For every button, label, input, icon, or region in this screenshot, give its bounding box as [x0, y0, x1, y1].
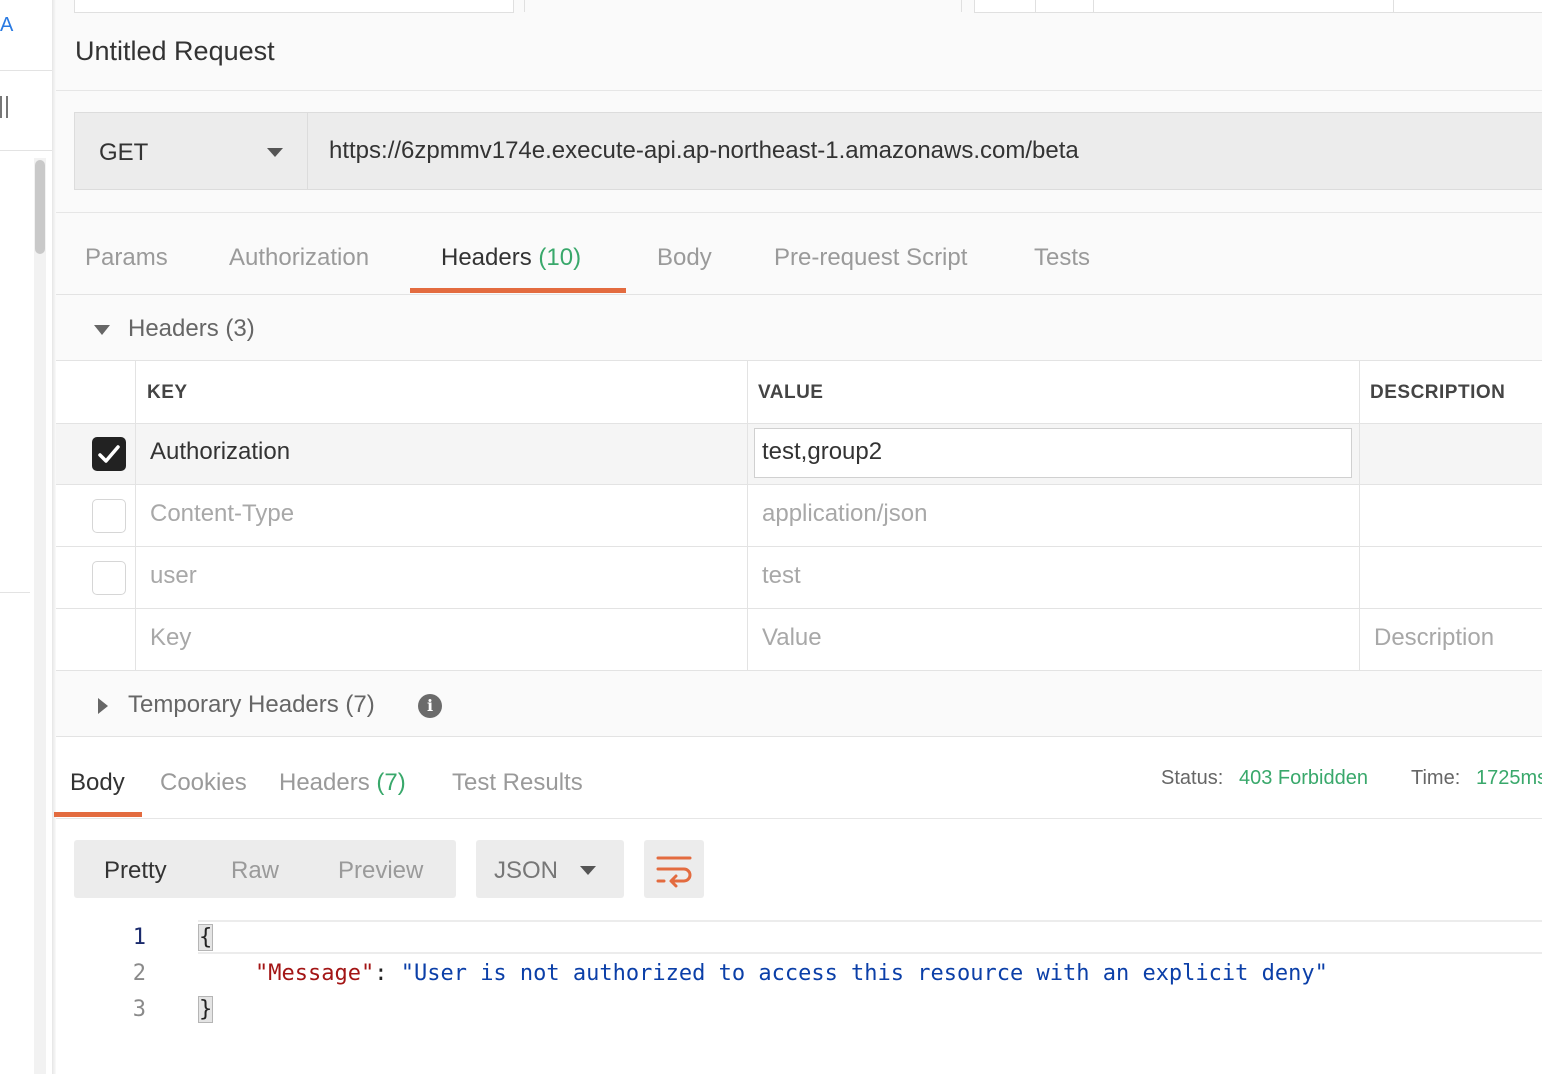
response-headers-count: (7)	[376, 769, 406, 796]
wrap-lines-button[interactable]	[644, 840, 704, 898]
view-preview-button[interactable]: Preview	[338, 857, 423, 885]
pause-icon[interactable]	[0, 96, 10, 122]
caret-down-icon	[267, 148, 283, 157]
header-key-cell[interactable]: Content-Type	[150, 500, 294, 528]
time-label: Time:	[1411, 767, 1461, 789]
new-description-input[interactable]: Description	[1374, 624, 1494, 652]
caret-down-icon[interactable]	[94, 325, 110, 335]
info-icon[interactable]: i	[418, 694, 442, 718]
response-tab-body[interactable]: Body	[70, 769, 125, 797]
sidebar-link-fragment[interactable]: A	[0, 14, 13, 37]
row-checkbox-checked[interactable]	[92, 437, 126, 471]
tab-tests[interactable]: Tests	[1034, 244, 1090, 272]
active-tab-indicator	[410, 288, 626, 293]
code-line-2[interactable]: "Message": "User is not authorized to ac…	[255, 961, 1328, 986]
json-string-value: "User is not authorized to access this r…	[400, 961, 1328, 986]
active-line-highlight	[198, 920, 1542, 954]
url-divider	[56, 212, 1542, 213]
column-header-value: VALUE	[758, 382, 824, 403]
tab-body[interactable]: Body	[657, 244, 712, 272]
new-key-input[interactable]: Key	[150, 624, 191, 652]
format-label: JSON	[494, 857, 559, 884]
caret-down-icon	[580, 866, 596, 875]
new-value-input[interactable]: Value	[762, 624, 822, 652]
response-tab-headers[interactable]: Headers (7)	[279, 769, 406, 797]
view-pretty-button[interactable]: Pretty	[104, 857, 167, 885]
request-tab-strip-item[interactable]	[74, 0, 514, 13]
code-line-1[interactable]: {	[197, 924, 214, 951]
headers-table: KEY VALUE DESCRIPTION Authorization test…	[56, 360, 1542, 671]
wrap-lines-icon	[656, 856, 692, 888]
header-value-cell[interactable]: test	[762, 562, 801, 590]
json-key: "Message"	[255, 961, 375, 986]
temporary-headers-toggle[interactable]: Temporary Headers (7)	[128, 691, 375, 719]
json-open-brace: {	[197, 924, 214, 951]
header-key-cell[interactable]: Authorization	[150, 438, 290, 466]
sidebar-divider	[0, 592, 30, 593]
column-header-key: KEY	[147, 382, 188, 403]
active-tab-indicator	[54, 812, 142, 817]
tab-params[interactable]: Params	[85, 244, 168, 272]
tabs-divider	[56, 294, 1542, 295]
view-raw-button[interactable]: Raw	[231, 857, 279, 885]
line-number: 1	[132, 925, 146, 950]
header-value-cell[interactable]: application/json	[762, 500, 927, 528]
method-label: GET	[99, 139, 149, 166]
header-key-cell[interactable]: user	[150, 562, 197, 590]
json-close-brace: }	[197, 996, 214, 1023]
json-colon: :	[374, 961, 401, 986]
tab-headers[interactable]: Headers (10)	[441, 244, 581, 272]
code-line-3[interactable]: }	[197, 996, 214, 1023]
format-select[interactable]: JSON	[476, 840, 624, 898]
caret-right-icon[interactable]	[98, 698, 108, 714]
line-number: 2	[132, 961, 146, 986]
line-number: 3	[132, 997, 146, 1022]
sidebar-scrollbar-thumb[interactable]	[35, 160, 45, 254]
method-select[interactable]: GET	[75, 113, 308, 189]
row-checkbox[interactable]	[92, 561, 126, 595]
sidebar-scrollbar[interactable]	[34, 158, 46, 1074]
headers-section-toggle[interactable]: Headers (3)	[128, 315, 255, 343]
request-tab-strip-item-active[interactable]	[524, 0, 962, 12]
request-title[interactable]: Untitled Request	[75, 36, 275, 67]
checkmark-icon	[98, 445, 120, 463]
time-value[interactable]: 1725ms	[1476, 767, 1542, 790]
status-value[interactable]: 403 Forbidden	[1239, 767, 1368, 790]
title-divider	[56, 90, 1542, 91]
tabs-divider	[56, 818, 1542, 819]
tab-authorization[interactable]: Authorization	[229, 244, 369, 272]
request-url-bar: GET https://6zpmmv174e.execute-api.ap-no…	[74, 112, 1542, 190]
response-tab-cookies[interactable]: Cookies	[160, 769, 247, 797]
response-tab-test-results[interactable]: Test Results	[452, 769, 583, 797]
column-header-description: DESCRIPTION	[1370, 382, 1506, 403]
view-mode-group: Pretty Raw Preview	[74, 840, 456, 898]
tab-pre-request-script[interactable]: Pre-request Script	[774, 244, 967, 272]
header-value-cell[interactable]: test,group2	[762, 438, 882, 466]
request-tab-strip-controls[interactable]	[974, 0, 1542, 13]
tab-headers-count: (10)	[538, 244, 582, 271]
row-checkbox[interactable]	[92, 499, 126, 533]
status-label: Status:	[1161, 767, 1224, 789]
url-input[interactable]: https://6zpmmv174e.execute-api.ap-northe…	[329, 137, 1079, 165]
